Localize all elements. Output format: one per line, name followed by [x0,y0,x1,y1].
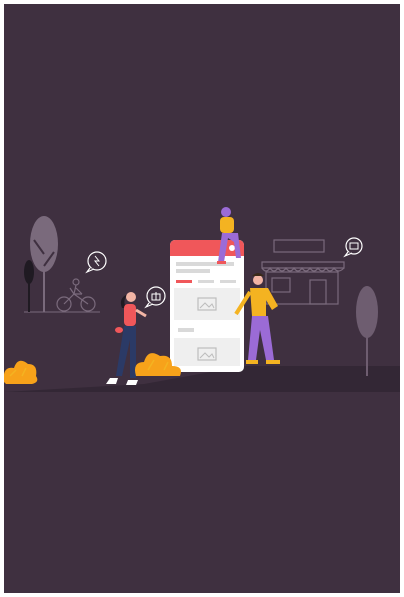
bush-icon [4,360,38,384]
tree-icon [24,260,34,312]
chat-bubble-icon [343,237,363,258]
gift-icon [144,286,166,309]
phone-mockup-icon [170,240,244,372]
tree-icon [30,216,58,312]
shop-icon [261,239,345,305]
onboarding-illustration [4,207,400,392]
bicycle-icon [56,278,96,312]
chat-bubble-icon [85,251,107,274]
tree-icon [356,286,378,376]
onboarding-screen [4,4,400,593]
